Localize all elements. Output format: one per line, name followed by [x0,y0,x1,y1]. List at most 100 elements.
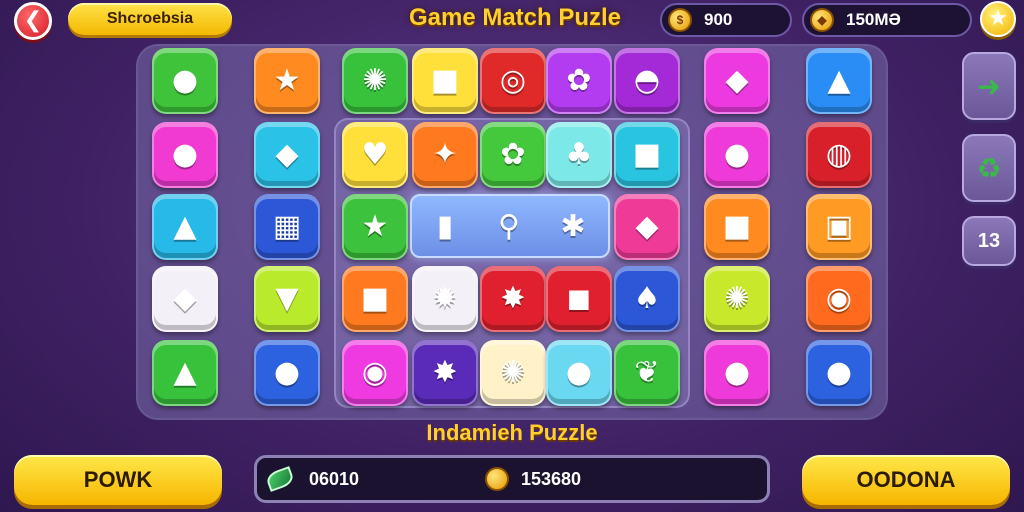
tile[interactable]: ▣ [806,194,872,260]
tile[interactable]: ▲ [152,340,218,406]
yellow-drop-icon: ▲ [173,209,197,244]
pink-monster-icon: ◉ [361,355,389,390]
burst-cube-icon: ✸ [500,281,526,316]
muffin-icon: ◓ [633,63,661,98]
green-dino-icon: ♣ [565,137,593,172]
gem-icon: ◆ [810,8,834,32]
tile[interactable]: ● [152,48,218,114]
blue-orb-icon: ◉ [825,281,853,316]
coin-counter: $ 900 [660,3,792,37]
mode-label: Shcroebsia [106,10,194,27]
tile[interactable]: ● [704,340,770,406]
magnifier-icon[interactable]: ⚲ [484,201,534,251]
tile[interactable]: ● [152,122,218,188]
side-counter[interactable]: 13 [962,216,1016,266]
castle-icon: ▦ [272,209,302,244]
tile[interactable]: ❦ [614,340,680,406]
left-action-button[interactable]: POWK [14,455,222,505]
yellow-box-icon: ◆ [725,63,749,98]
tile[interactable]: ✸ [412,340,478,406]
tile[interactable]: ● [254,340,320,406]
side-button-recycle[interactable]: ♻ [962,134,1016,202]
lemon-icon: ● [825,355,853,390]
tile[interactable]: ★ [254,48,320,114]
tile[interactable]: ● [546,340,612,406]
moves-value: 06010 [309,468,360,489]
tile[interactable]: ✺ [704,266,770,332]
tile[interactable]: ◼ [546,266,612,332]
tile[interactable]: ◍ [806,122,872,188]
tile[interactable]: ♠ [614,266,680,332]
purple-flower-icon: ✿ [566,63,592,98]
jar-icon[interactable]: ▮ [420,201,470,251]
tile[interactable]: ✦ [412,122,478,188]
tile[interactable]: ■ [704,194,770,260]
leaf-icon: ❦ [634,355,660,390]
leaf-icon [264,466,296,492]
tile[interactable]: ♣ [546,122,612,188]
moves-stat: 06010 [264,458,360,500]
tile[interactable]: ♥ [342,122,408,188]
coin-value: 900 [704,10,733,29]
yellow-drop-icon: ▲ [173,355,197,390]
right-action-button[interactable]: OODONA [802,455,1010,505]
green-star-icon: ★ [361,209,389,244]
plum-icon: ● [171,137,199,172]
tile[interactable]: ✺ [342,48,408,114]
fireball-icon: ✸ [432,355,458,390]
subtitle: Indamieh Puzzle [426,420,598,445]
green-gadget-icon: ▣ [824,209,854,244]
tile[interactable]: ■ [342,266,408,332]
apple-icon: ● [723,137,751,172]
back-button[interactable]: ❮ [14,2,52,40]
pink-cube-icon: ■ [430,63,460,98]
tile[interactable]: ● [806,340,872,406]
tile[interactable]: ▲ [152,194,218,260]
tile[interactable]: ✿ [546,48,612,114]
tile[interactable]: ■ [412,48,478,114]
star-icon: ★ [988,6,1008,31]
tile[interactable]: ● [704,122,770,188]
yellow-drop-icon: ▲ [827,63,851,98]
recycle-icon: ♻ [976,151,1002,185]
pink-blob-icon: ● [565,355,593,390]
mode-button[interactable]: Shcroebsia [68,3,232,35]
gem-value: 150MƏ [846,10,901,29]
tile[interactable]: ▲ [806,48,872,114]
coin-icon [485,467,509,491]
tile[interactable]: ✹ [412,266,478,332]
tile[interactable]: ▦ [254,194,320,260]
side-button-arrow[interactable]: ➜ [962,52,1016,120]
blue-gem-icon: ◆ [275,137,299,172]
blue-bird-icon: ✦ [432,137,458,172]
gem-counter: ◆ 150MƏ [802,3,972,37]
yellow-flower-icon: ✿ [500,137,526,172]
tile[interactable]: ◆ [704,48,770,114]
tile[interactable]: ▼ [254,266,320,332]
red-heart-icon: ♥ [361,137,389,172]
star-button[interactable]: ★ [980,1,1016,37]
tile[interactable]: ◆ [254,122,320,188]
donut-icon: ◎ [499,63,527,98]
green-tree-icon: ♠ [633,281,661,316]
tile[interactable]: ✸ [480,266,546,332]
green-arrow-icon: ➜ [977,69,1001,103]
tile[interactable]: ✺ [480,340,546,406]
stats-bar: 06010 153680 [254,455,770,503]
tile[interactable]: ✿ [480,122,546,188]
tile[interactable]: ◆ [614,194,680,260]
tile[interactable]: ★ [342,194,408,260]
star-icon: ★ [273,63,301,98]
tile[interactable]: ■ [614,122,680,188]
pink-gem-icon: ◆ [635,209,659,244]
tile[interactable]: ◉ [342,340,408,406]
tile[interactable]: ◉ [806,266,872,332]
right-action-label: OODONA [856,467,956,492]
tile[interactable]: ◓ [614,48,680,114]
bug-icon[interactable]: ✱ [548,201,598,251]
sun-face-icon: ✺ [500,355,526,390]
tile[interactable]: ◆ [152,266,218,332]
tile[interactable]: ◎ [480,48,546,114]
sun-face-icon: ✺ [724,281,750,316]
lemon-icon: ● [171,63,199,98]
